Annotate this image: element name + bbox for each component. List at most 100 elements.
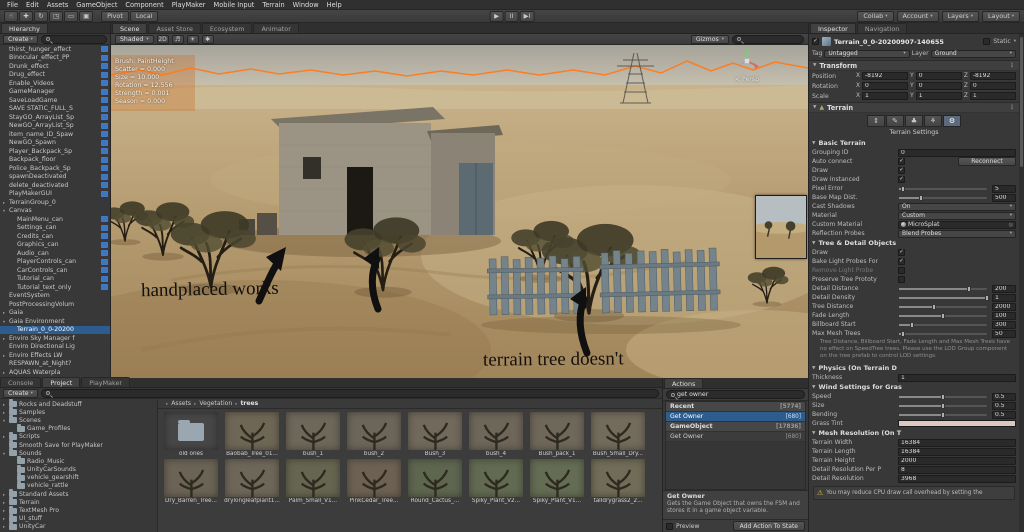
hierarchy-item[interactable]: Drunk_effect <box>0 62 110 71</box>
menu-item[interactable]: Help <box>323 0 346 10</box>
menu-item[interactable]: Edit <box>22 0 43 10</box>
z-field[interactable]: 0 <box>969 82 1016 90</box>
asset-item[interactable]: talldrygrass2_2... <box>589 459 647 504</box>
tab-project[interactable]: Project <box>42 377 81 387</box>
menu-item[interactable]: Mobile Input <box>210 0 259 10</box>
breadcrumb-segment[interactable]: Assets <box>163 400 191 407</box>
hierarchy-item[interactable]: Enviro Directional Lig <box>0 343 110 352</box>
z-field[interactable]: -8192 <box>969 72 1016 80</box>
tab-animator[interactable]: Animator <box>253 23 299 33</box>
value-field[interactable]: 16384 <box>898 438 1016 447</box>
section-basic-terrain[interactable]: ▼ Basic Terrain <box>812 138 1016 148</box>
tab-navigation[interactable]: Navigation <box>856 23 908 33</box>
play-button[interactable]: ▶ <box>489 10 504 22</box>
slider[interactable] <box>899 393 987 400</box>
tab-console[interactable]: Console <box>0 377 42 387</box>
y-field[interactable]: 1 <box>915 92 962 100</box>
object-field[interactable]: MicroSplat ◎ <box>898 220 1016 229</box>
reconnect-button[interactable]: Reconnect <box>958 157 1016 166</box>
transform-tool-icon[interactable]: ▣ <box>79 10 94 22</box>
hierarchy-item[interactable]: Backpack_floor <box>0 156 110 165</box>
effects-toggle-icon[interactable]: ✱ <box>201 34 214 44</box>
hierarchy-item[interactable]: spawnDeactivated <box>0 173 110 182</box>
value-field[interactable]: 2000 <box>992 302 1016 311</box>
project-folder[interactable]: UnityCarSounds <box>0 464 157 474</box>
hierarchy-item[interactable]: ▾ Canvas <box>0 207 110 216</box>
value-field[interactable]: 2000 <box>898 456 1016 465</box>
layers-dropdown[interactable]: Layers ▾ <box>941 10 979 22</box>
hierarchy-item[interactable]: Settings_can <box>0 224 110 233</box>
slider[interactable] <box>899 303 987 310</box>
context-menu-icon[interactable]: ⋮ <box>1009 104 1015 111</box>
slider[interactable] <box>899 185 987 192</box>
hierarchy-item[interactable]: Credits_can <box>0 232 110 241</box>
checkbox[interactable]: ✓ <box>898 276 905 283</box>
checkbox[interactable]: ✓ <box>898 158 905 165</box>
tab-asset-store[interactable]: Asset Store <box>148 23 201 33</box>
tag-dropdown[interactable]: Untagged ▾ <box>824 49 910 58</box>
layout-dropdown[interactable]: Layout ▾ <box>982 10 1020 22</box>
project-folder[interactable]: ▸ Scripts <box>0 431 157 441</box>
section-mesh-resolution[interactable]: ▼ Mesh Resolution (On T <box>812 428 1016 438</box>
asset-item[interactable]: Bush_3 <box>406 412 464 457</box>
asset-item[interactable]: Spiky_Plant_V2... <box>467 459 525 504</box>
hierarchy-item[interactable]: Graphics_can <box>0 241 110 250</box>
rotate-tool-icon[interactable]: ↻ <box>34 10 48 22</box>
hierarchy-item[interactable]: SaveLoadGame <box>0 96 110 105</box>
project-folder[interactable]: ▸ Standard Assets <box>0 489 157 498</box>
project-folder[interactable]: ▸ Rocks and Deadstuff <box>0 399 157 408</box>
hierarchy-item[interactable]: Drug_effect <box>0 71 110 80</box>
hierarchy-item[interactable]: RESPAWN_at_Night? <box>0 360 110 369</box>
checkbox[interactable]: ✓ <box>898 258 905 265</box>
pivot-toggle[interactable]: Pivot <box>101 10 129 22</box>
hierarchy-item[interactable]: Tutorial_text_only <box>0 283 110 292</box>
checkbox[interactable]: ✓ <box>898 267 905 274</box>
menu-item[interactable]: PlayMaker <box>168 0 210 10</box>
slider[interactable] <box>899 294 989 301</box>
scene-viewport[interactable]: Brush: PaintHeight Scatter = 0.000 Size = … <box>111 45 808 378</box>
action-row[interactable]: GameObject [17836] <box>666 422 805 432</box>
transform-component-header[interactable]: ▼ Transform ⋮ <box>809 60 1019 71</box>
hierarchy-item[interactable]: ▸ AQUAS Waterpla <box>0 368 110 377</box>
rect-tool-icon[interactable]: ▭ <box>64 10 79 22</box>
project-folder[interactable]: vehicle_rattle <box>0 480 157 490</box>
asset-item[interactable]: Bush_pack_1 <box>528 412 586 457</box>
menu-item[interactable]: Assets <box>43 0 72 10</box>
hierarchy-item[interactable]: Audio_can <box>0 249 110 258</box>
terrain-settings-icon[interactable]: ⚙ <box>943 115 961 127</box>
hierarchy-search-input[interactable] <box>40 34 107 44</box>
static-dropdown-icon[interactable]: ▾ <box>1014 39 1016 44</box>
tab-playmaker[interactable]: PlayMaker <box>81 377 131 387</box>
paint-trees-icon[interactable]: ♣ <box>905 115 923 127</box>
color-swatch[interactable] <box>898 420 1016 428</box>
value-field[interactable]: 0.5 <box>992 392 1016 401</box>
scale-tool-icon[interactable]: ◳ <box>49 10 64 22</box>
y-field[interactable]: 0 <box>915 72 962 80</box>
breadcrumb-segment[interactable]: Vegetation <box>191 400 232 407</box>
dropdown[interactable]: Custom ▾ <box>898 211 1016 220</box>
hierarchy-item[interactable]: Terrain_0_0-20200 <box>0 325 110 334</box>
action-row[interactable]: Get Owner [680] <box>666 432 805 442</box>
asset-item[interactable]: bush_4 <box>467 412 525 457</box>
asset-item[interactable]: Dry_Barren_Tree... <box>162 459 220 504</box>
section-wind[interactable]: ▼ Wind Settings for Gras <box>812 382 1016 392</box>
project-folder[interactable]: ▸ UI_stuff <box>0 513 157 523</box>
hierarchy-item[interactable]: ▸ TerrainGroup_0 <box>0 198 110 207</box>
project-create-button[interactable]: Create ▾ <box>3 388 38 398</box>
hierarchy-item[interactable]: thirst_hunger_effect <box>0 45 110 54</box>
gizmos-dropdown[interactable]: Gizmos ▾ <box>690 34 729 44</box>
project-folder[interactable]: ▸ UnityCar <box>0 521 157 531</box>
x-field[interactable]: 0 <box>861 82 909 90</box>
value-field[interactable]: 0.5 <box>992 401 1016 410</box>
move-tool-icon[interactable]: ✚ <box>19 10 33 22</box>
value-field[interactable]: 300 <box>992 320 1016 329</box>
hierarchy-item[interactable]: EventSystem <box>0 292 110 301</box>
asset-item[interactable]: Spiky_Plant_V1... <box>528 459 586 504</box>
hierarchy-item[interactable]: PlayerControls_can <box>0 258 110 267</box>
value-field[interactable]: 5 <box>992 184 1016 193</box>
pause-button[interactable]: II <box>504 10 519 22</box>
z-field[interactable]: 1 <box>969 92 1016 100</box>
value-field[interactable]: 1 <box>898 373 1016 382</box>
create-button[interactable]: Create ▾ <box>3 34 38 44</box>
inspector-scrollbar[interactable] <box>1019 34 1024 532</box>
